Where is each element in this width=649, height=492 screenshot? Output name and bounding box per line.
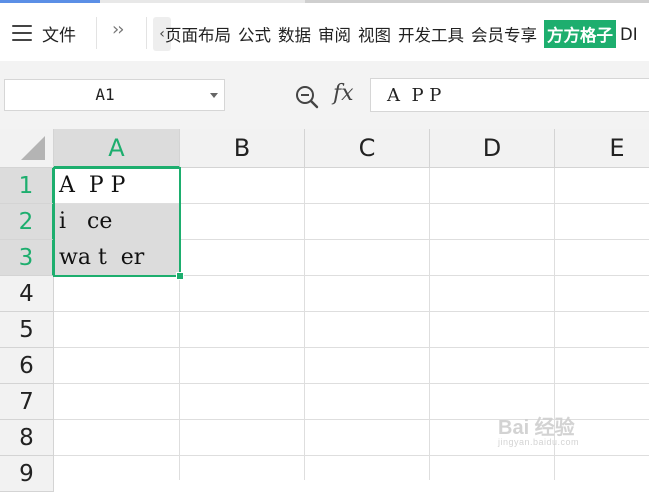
gridline <box>429 168 430 480</box>
formula-input-value: A P P <box>387 85 442 106</box>
tab-formulas[interactable]: 公式 <box>238 22 271 46</box>
tab-data[interactable]: 数据 <box>278 22 311 46</box>
tab-developer[interactable]: 开发工具 <box>398 22 464 46</box>
row-header-4[interactable]: 4 <box>0 276 54 312</box>
watermark-url: jingyan.baidu.com <box>498 437 580 447</box>
file-menu-button[interactable]: 文件 <box>12 19 76 47</box>
column-header-d[interactable]: D <box>430 129 555 168</box>
tab-page-layout[interactable]: 页面布局 <box>165 22 231 46</box>
row-header-1[interactable]: 1 <box>0 168 54 204</box>
row-header-7[interactable]: 7 <box>0 384 54 420</box>
cell-a3[interactable]: wa t er <box>54 240 180 276</box>
cell-a1[interactable]: A P P <box>54 168 180 204</box>
chevron-down-icon[interactable] <box>210 93 218 98</box>
formula-input[interactable]: A P P <box>370 78 649 112</box>
ribbon-menu-bar: 文件 ›› ‹ 页面布局 公式 数据 审阅 视图 开发工具 会员专享 方方格子 … <box>0 3 649 61</box>
row-header-6[interactable]: 6 <box>0 348 54 384</box>
file-menu-label: 文件 <box>42 25 76 46</box>
cell-a2[interactable]: i ce <box>54 204 180 240</box>
row-header-5[interactable]: 5 <box>0 312 54 348</box>
row-header-2[interactable]: 2 <box>0 204 54 240</box>
menu-divider <box>96 17 97 49</box>
gridline <box>54 311 649 312</box>
zoom-out-icon[interactable] <box>294 84 320 110</box>
row-header-3[interactable]: 3 <box>0 240 54 276</box>
fill-handle[interactable] <box>176 272 184 280</box>
tab-review[interactable]: 审阅 <box>318 22 351 46</box>
gridline <box>54 383 649 384</box>
gridline <box>304 168 305 480</box>
column-header-a[interactable]: A <box>54 129 180 168</box>
name-box-value: A1 <box>95 85 115 104</box>
row-header-9[interactable]: 9 <box>0 456 54 492</box>
gridline <box>54 455 649 456</box>
tab-member[interactable]: 会员专享 <box>471 22 537 46</box>
name-box[interactable]: A1 <box>4 79 225 111</box>
tab-view[interactable]: 视图 <box>358 22 391 46</box>
column-header-c[interactable]: C <box>305 129 430 168</box>
tab-di[interactable]: DI <box>620 25 638 44</box>
column-header-b[interactable]: B <box>180 129 305 168</box>
watermark-logo: Bai 经验 jingyan.baidu.com <box>498 411 579 447</box>
watermark-brand: Bai 经验 <box>498 417 575 439</box>
hamburger-icon <box>12 25 32 41</box>
double-chevron-right-icon[interactable]: ›› <box>112 19 124 40</box>
row-header-8[interactable]: 8 <box>0 420 54 456</box>
ribbon-tabs: 页面布局 公式 数据 审阅 视图 开发工具 会员专享 方方格子 DI <box>165 17 645 51</box>
tab-fangfang-gezi[interactable]: 方方格子 <box>544 20 616 48</box>
select-all-corner[interactable] <box>0 129 54 168</box>
fx-icon[interactable]: fx <box>333 81 354 106</box>
menu-divider <box>146 17 147 49</box>
column-header-e[interactable]: E <box>555 129 649 168</box>
gridline <box>54 347 649 348</box>
